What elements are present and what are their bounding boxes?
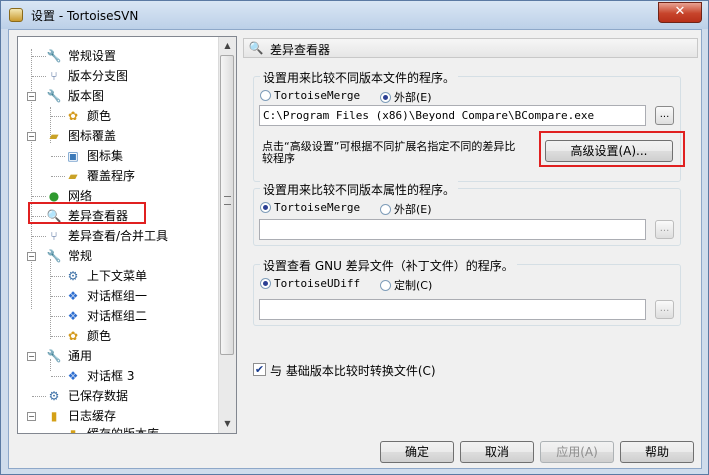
wrench-icon: 🔧: [46, 49, 62, 63]
branch-graph-icon: ⑂: [50, 69, 58, 83]
file-diff-group: 设置用来比较不同版本文件的程序。 TortoiseMerge 外部(E) C:\…: [253, 69, 685, 182]
browse-button-disabled[interactable]: ...: [655, 220, 674, 239]
radio-tortoiseudiff[interactable]: TortoiseUDiff: [260, 277, 360, 290]
radio-dot-selected: [260, 278, 271, 289]
dialog-client-area: 🔧 常规设置 ⑂ 版本分支图 − 🔧 版本图 ✿ 颜色 − ▰ 图标覆盖 ▣ 图…: [8, 29, 702, 469]
radio-external-props[interactable]: 外部(E): [380, 201, 432, 217]
settings-tree[interactable]: 🔧 常规设置 ⑂ 版本分支图 − 🔧 版本图 ✿ 颜色 − ▰ 图标覆盖 ▣ 图…: [17, 36, 237, 434]
tree-item-context-menu[interactable]: ⚙ 上下文菜单: [18, 267, 218, 285]
page-title: 差异查看器: [270, 43, 331, 57]
wrench-icon: 🔧: [46, 249, 62, 263]
tree-item-cached-repositories[interactable]: ▮ 缓存的版本库: [18, 425, 218, 434]
property-diff-path-input[interactable]: [259, 219, 646, 240]
window-title: 设置 - TortoiseSVN: [31, 9, 139, 23]
radio-external[interactable]: 外部(E): [380, 89, 432, 105]
tree-item-dialogs-3[interactable]: ❖ 对话框 3: [18, 367, 218, 385]
property-diff-group: 设置用来比较不同版本属性的程序。 TortoiseMerge 外部(E) ...: [253, 181, 681, 246]
windows-flag-icon: ❖: [67, 309, 79, 323]
title-bar[interactable]: 设置 - TortoiseSVN ✕: [1, 1, 708, 29]
file-diff-group-label: 设置用来比较不同版本文件的程序。: [260, 69, 459, 86]
folder-overlay-icon: ▰: [68, 169, 78, 183]
scroll-grip-icon: [224, 196, 231, 205]
icon-set-icon: ▣: [67, 149, 79, 163]
external-diff-path-input[interactable]: C:\Program Files (x86)\Beyond Compare\BC…: [259, 105, 646, 126]
tree-item-dialogs-1[interactable]: ❖ 对话框组一: [18, 287, 218, 305]
tree-item-icon-overlays[interactable]: − ▰ 图标覆盖: [18, 127, 218, 145]
cancel-button[interactable]: 取消: [460, 441, 534, 463]
tree-item-log-cache[interactable]: − ▮ 日志缓存: [18, 407, 218, 425]
radio-dot: [380, 280, 391, 291]
magnifier-icon: 🔍: [248, 41, 264, 55]
collapse-icon[interactable]: −: [27, 412, 36, 421]
scroll-up-arrow-icon[interactable]: ▲: [220, 38, 235, 54]
close-button[interactable]: ✕: [658, 2, 702, 23]
patch-viewer-group: 设置查看 GNU 差异文件（补丁文件）的程序。 TortoiseUDiff 定制…: [253, 257, 681, 326]
collapse-icon[interactable]: −: [27, 132, 36, 141]
tree-item-overlay-handlers[interactable]: ▰ 覆盖程序: [18, 167, 218, 185]
advanced-button-highlight: [539, 131, 685, 167]
advanced-hint-text: 点击“高级设置”可根据不同扩展名指定不同的差异比较程序: [262, 140, 516, 165]
wrench-icon: 🔧: [46, 349, 62, 363]
apply-button[interactable]: 应用(A): [540, 441, 614, 463]
folder-overlay-icon: ▰: [49, 129, 59, 143]
collapse-icon[interactable]: −: [27, 252, 36, 261]
tree-item-merge-tool[interactable]: ⑂ 差异查看/合并工具: [18, 227, 218, 245]
tree-item-look-and-feel[interactable]: − 🔧 常规: [18, 247, 218, 265]
gear-icon: ⚙: [48, 389, 60, 403]
scroll-down-arrow-icon[interactable]: ▼: [220, 416, 235, 432]
tree-item-common[interactable]: − 🔧 通用: [18, 347, 218, 365]
settings-window: 设置 - TortoiseSVN ✕ 🔧 常规设置 ⑂ 版本分支图 − 🔧 版本…: [0, 0, 709, 475]
tree-item-general[interactable]: 🔧 常规设置: [18, 47, 218, 65]
tree-item-colors[interactable]: ✿ 颜色: [18, 327, 218, 345]
browse-button[interactable]: ...: [655, 106, 674, 125]
radio-dot: [260, 90, 271, 101]
tree-item-saved-data[interactable]: ⚙ 已保存数据: [18, 387, 218, 405]
patch-viewer-group-label: 设置查看 GNU 差异文件（补丁文件）的程序。: [260, 257, 517, 274]
tree-item-revision-graph[interactable]: ⑂ 版本分支图: [18, 67, 218, 85]
scrollbar-thumb[interactable]: [220, 55, 234, 355]
database-icon: ▮: [50, 409, 58, 423]
convert-files-checkbox[interactable]: ✔: [253, 363, 266, 376]
radio-tortoisemerge-props[interactable]: TortoiseMerge: [260, 201, 360, 214]
wrench-icon: 🔧: [46, 89, 62, 103]
windows-flag-icon: ❖: [67, 289, 79, 303]
patch-viewer-path-input[interactable]: [259, 299, 646, 320]
tree-item-graph[interactable]: − 🔧 版本图: [18, 87, 218, 105]
page-header: 🔍 差异查看器: [243, 38, 698, 58]
radio-dot-selected: [380, 92, 391, 103]
tree-scrollbar[interactable]: ▲ ▼: [218, 37, 236, 433]
radio-custom[interactable]: 定制(C): [380, 277, 432, 293]
gear-icon: ⚙: [67, 269, 79, 283]
collapse-icon[interactable]: −: [27, 92, 36, 101]
collapse-icon[interactable]: −: [27, 352, 36, 361]
tree-item-graph-colors[interactable]: ✿ 颜色: [18, 107, 218, 125]
help-button[interactable]: 帮助: [620, 441, 694, 463]
palette-icon: ✿: [67, 109, 79, 123]
browse-button-disabled[interactable]: ...: [655, 300, 674, 319]
windows-flag-icon: ❖: [67, 369, 79, 383]
tortoisesvn-app-icon: [9, 8, 23, 22]
ok-button[interactable]: 确定: [380, 441, 454, 463]
convert-files-label: 与 基础版本比较时转换文件(C): [270, 364, 436, 378]
property-diff-group-label: 设置用来比较不同版本属性的程序。: [260, 181, 459, 198]
tree-item-icon-sets[interactable]: ▣ 图标集: [18, 147, 218, 165]
palette-icon: ✿: [67, 329, 79, 343]
merge-tool-icon: ⑂: [50, 229, 58, 243]
radio-dot-selected: [260, 202, 271, 213]
radio-dot: [380, 204, 391, 215]
radio-tortoisemerge[interactable]: TortoiseMerge: [260, 89, 360, 102]
selected-item-highlight: [28, 202, 146, 224]
database-icon: ▮: [69, 427, 77, 434]
tree-item-dialogs-2[interactable]: ❖ 对话框组二: [18, 307, 218, 325]
